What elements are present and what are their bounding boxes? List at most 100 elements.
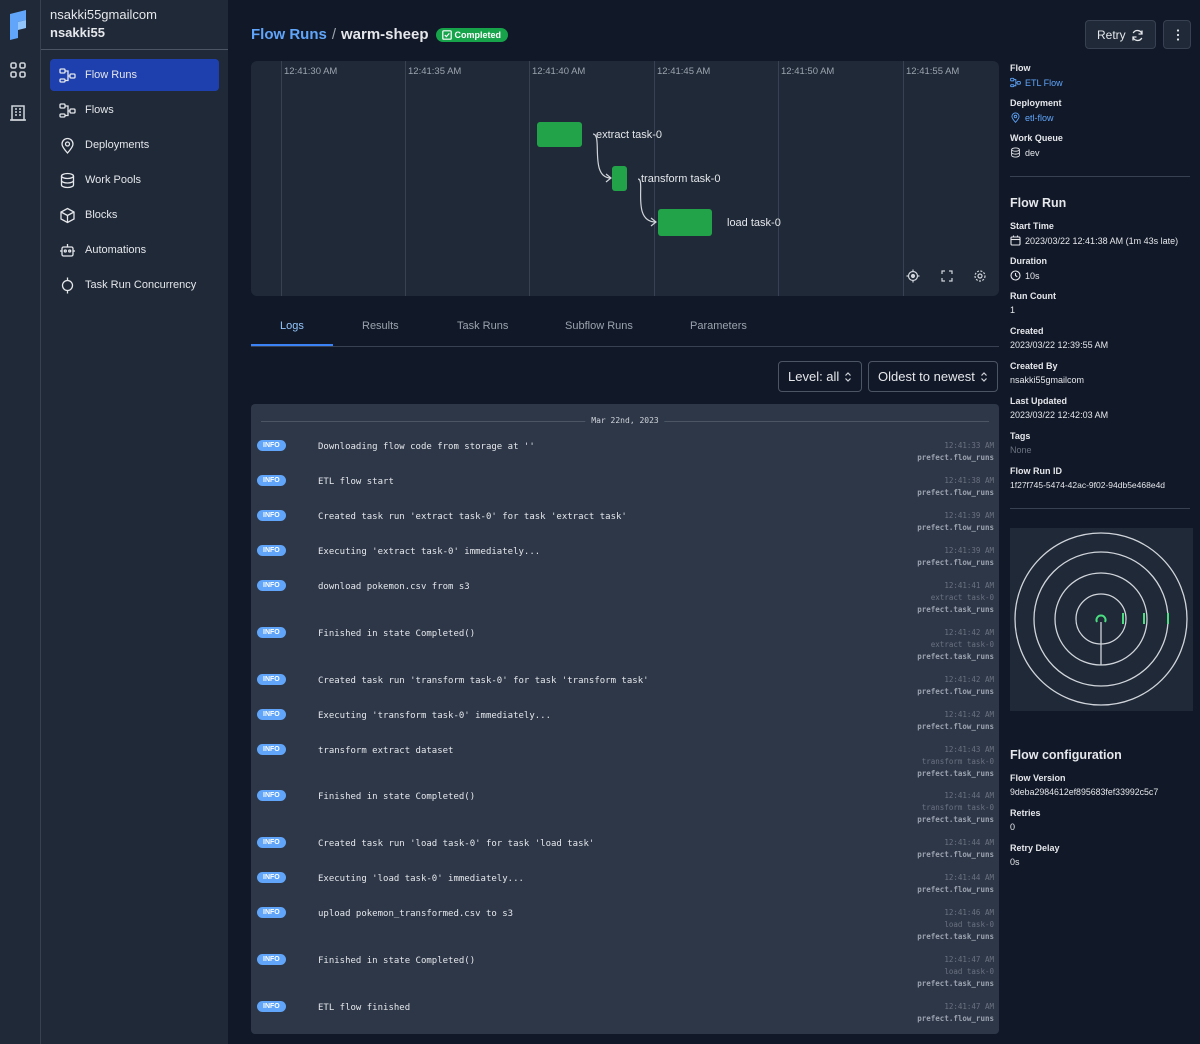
- log-message: Created task run 'extract task-0' for ta…: [318, 512, 627, 522]
- log-level-badge: INFO: [257, 475, 286, 486]
- log-meta: 12:41:47 AM prefect.flow_runs: [917, 1001, 994, 1025]
- order-select[interactable]: Oldest to newest: [868, 361, 998, 392]
- check-square-icon: [441, 29, 452, 40]
- log-message: Finished in state Completed(): [318, 792, 476, 803]
- log-time: 12:41:41 AM: [944, 581, 994, 590]
- log-time: 12:41:44 AM: [944, 791, 994, 801]
- dashboard-icon[interactable]: [9, 61, 27, 79]
- log-level-badge: INFO: [257, 580, 286, 591]
- log-time: 12:41:33 AM: [944, 441, 994, 450]
- workspace-building-icon[interactable]: [9, 104, 27, 122]
- log-task: load task-0: [944, 967, 994, 976]
- gear-icon[interactable]: [973, 269, 987, 283]
- log-meta: 12:41:44 AM prefect.flow_runs: [917, 837, 994, 861]
- log-message: download pokemon.csv from s3: [318, 582, 470, 592]
- tab-results[interactable]: Results: [362, 320, 399, 332]
- work-queue-label: Work Queue: [1010, 133, 1063, 143]
- log-meta: 12:41:43 AM transform task-0 prefect.task_…: [917, 744, 994, 780]
- log-meta: 12:41:38 AM prefect.flow_runs: [917, 475, 994, 499]
- recenter-icon[interactable]: [906, 269, 920, 283]
- fullscreen-icon[interactable]: [940, 269, 954, 283]
- flow-configuration-heading: Flow configuration: [1010, 748, 1122, 762]
- task-label-extract: extract task-0: [596, 129, 663, 141]
- tab-parameters[interactable]: Parameters: [690, 320, 747, 332]
- sidebar-item-flows[interactable]: Flows: [50, 94, 219, 126]
- duration-label: Duration: [1010, 256, 1047, 266]
- log-time: 12:41:42 AM: [944, 627, 994, 637]
- database-icon: [60, 172, 75, 188]
- flow-run-heading: Flow Run: [1010, 196, 1067, 210]
- prefect-logo-icon[interactable]: [8, 10, 28, 40]
- log-logger: prefect.task_runs: [917, 768, 994, 778]
- flow-link[interactable]: ETL Flow: [1010, 77, 1063, 88]
- task-bar-load[interactable]: [658, 209, 712, 236]
- task-label-load: load task-0: [727, 217, 781, 229]
- log-task: load task-0: [944, 920, 994, 930]
- log-level-badge: INFO: [257, 872, 286, 884]
- run-count-label: Run Count: [1010, 291, 1056, 301]
- log-time: 12:41:39 AM: [944, 511, 994, 520]
- log-message: Created task run 'load task-0' for task …: [318, 839, 595, 850]
- log-level-badge: INFO: [257, 743, 286, 755]
- log-logger: prefect.flow_runs: [917, 721, 994, 731]
- tab-task-runs[interactable]: Task Runs: [457, 320, 508, 332]
- log-level-badge: INFO: [257, 708, 286, 720]
- flow-run-timeline[interactable]: 12:41:30 AM 12:41:35 AM 12:41:40 AM 12:4…: [251, 61, 999, 296]
- flow-label: Flow: [1010, 63, 1031, 73]
- task-bar-transform[interactable]: [612, 166, 627, 191]
- breadcrumb-flow-runs[interactable]: Flow Runs: [251, 26, 327, 43]
- breadcrumb-separator: /: [331, 26, 336, 43]
- sidebar-item-work-pools[interactable]: Work Pools: [50, 164, 219, 196]
- radar-rings-graphic: [1014, 532, 1188, 706]
- tags-value: None: [1010, 445, 1032, 455]
- concurrency-icon: [61, 277, 74, 293]
- chevron-up-down-icon: [981, 372, 987, 382]
- database-icon: [1011, 147, 1020, 158]
- icon-rail: [0, 0, 41, 1044]
- sidebar-item-deployments[interactable]: Deployments: [50, 129, 219, 161]
- log-level-badge: INFO: [257, 790, 286, 802]
- log-logger: prefect.flow_runs: [917, 850, 994, 860]
- log-message: Finished in state Completed(): [318, 956, 476, 966]
- log-logger: prefect.flow_runs: [917, 1013, 994, 1023]
- flow-run-radar[interactable]: [1010, 528, 1193, 711]
- level-select[interactable]: Level: all: [778, 361, 862, 392]
- log-meta: 12:41:42 AM prefect.flow_runs: [917, 674, 994, 698]
- log-message: Executing 'extract task-0' immediately..…: [318, 547, 541, 557]
- clock-icon: [1010, 270, 1021, 281]
- log-meta: 12:41:44 AM prefect.flow_runs: [917, 872, 994, 896]
- log-logger: prefect.flow_runs: [917, 488, 994, 497]
- log-logger: prefect.flow_runs: [917, 453, 994, 462]
- tab-subflow-runs[interactable]: Subflow Runs: [565, 320, 633, 332]
- created-by-label: Created By: [1010, 361, 1058, 371]
- detail-tabs: Logs Results Task Runs Subflow Runs Para…: [251, 308, 999, 347]
- order-select-value: Oldest to newest: [878, 369, 975, 384]
- log-meta: 12:41:46 AM load task-0 prefect.task_runs: [917, 907, 994, 943]
- log-meta: 12:41:39 AM prefect.flow_runs: [917, 510, 994, 534]
- sidebar-item-blocks[interactable]: Blocks: [50, 199, 219, 231]
- robot-icon: [60, 243, 75, 257]
- sidebar-item-flow-runs[interactable]: Flow Runs: [50, 59, 219, 91]
- sidebar-item-automations[interactable]: Automations: [50, 234, 219, 266]
- logs-panel[interactable]: Mar 22nd, 2023 INFO Downloading flow code…: [251, 404, 999, 1034]
- sidebar-item-task-run-concurrency[interactable]: Task Run Concurrency: [50, 269, 219, 301]
- log-message: ETL flow finished: [318, 1002, 411, 1013]
- log-logger: prefect.task_runs: [917, 932, 994, 942]
- start-time-value: 2023/03/22 12:41:38 AM (1m 43s late): [1010, 235, 1178, 246]
- task-bar-extract[interactable]: [537, 122, 582, 147]
- task-label-transform: transform task-0: [641, 173, 721, 185]
- details-divider: [1010, 508, 1190, 509]
- state-label: Completed: [454, 29, 502, 40]
- workspace-switcher[interactable]: nsakki55gmailcom nsakki55: [50, 7, 157, 40]
- log-task: extract task-0: [930, 639, 994, 649]
- log-time: 12:41:47 AM: [944, 1001, 994, 1011]
- log-level-badge: INFO: [257, 954, 286, 965]
- map-pin-icon: [61, 137, 74, 154]
- deployment-link[interactable]: etl-flow: [1010, 112, 1054, 123]
- log-time: 12:41:42 AM: [944, 709, 994, 719]
- log-date-divider: Mar 22nd, 2023: [261, 416, 989, 426]
- tab-logs[interactable]: Logs: [280, 320, 304, 332]
- created-by-value: nsakki55gmailcom: [1010, 375, 1085, 385]
- details-divider: [1010, 176, 1190, 177]
- log-level-badge: INFO: [257, 545, 286, 556]
